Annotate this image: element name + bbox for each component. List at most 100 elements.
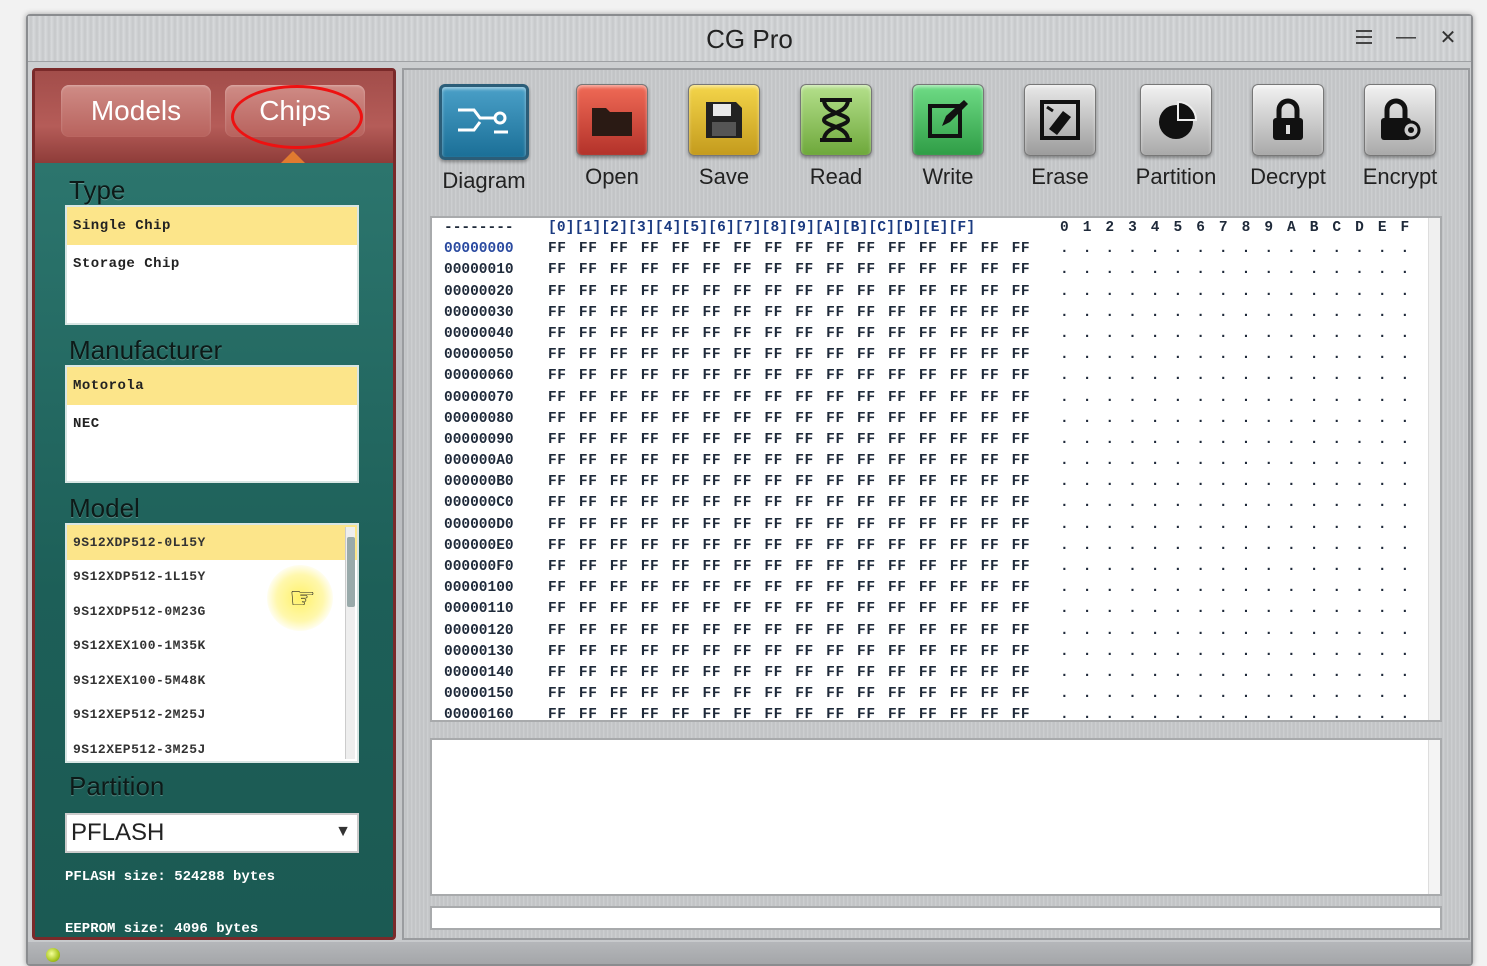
hex-bytes: FF FF FF FF FF FF FF FF FF FF FF FF FF F…	[548, 368, 1031, 385]
partition-button[interactable]: Partition	[1126, 84, 1226, 190]
menu-icon[interactable]	[1351, 24, 1377, 50]
manufacturer-label: Manufacturer	[69, 335, 223, 365]
hex-ascii: ................	[1060, 325, 1424, 342]
list-item[interactable]: Single Chip	[67, 207, 357, 245]
tool-label: Read	[809, 164, 863, 189]
hex-row[interactable]: 00000160 FF FF FF FF FF FF FF FF FF FF FF…	[432, 705, 1440, 722]
pflash-size: PFLASH size: 524288 bytes	[65, 869, 276, 885]
hex-address: 00000130	[444, 643, 514, 660]
status-led-icon	[46, 948, 60, 962]
minimize-icon[interactable]: —	[1393, 24, 1419, 50]
list-item[interactable]: 9S12XEP512-3M25J	[67, 732, 357, 761]
scrollbar-thumb[interactable]	[347, 537, 355, 607]
diagram-button[interactable]: Diagram	[434, 84, 534, 194]
hex-bytes: FF FF FF FF FF FF FF FF FF FF FF FF FF F…	[548, 664, 1031, 681]
hex-address: 00000040	[444, 325, 514, 342]
hex-row[interactable]: 00000010 FF FF FF FF FF FF FF FF FF FF FF…	[432, 260, 1440, 281]
encrypt-button[interactable]: Encrypt	[1354, 84, 1446, 190]
list-item[interactable]: Motorola	[67, 367, 357, 405]
hex-row[interactable]: 00000000 FF FF FF FF FF FF FF FF FF FF FF…	[432, 239, 1440, 260]
hex-row[interactable]: 00000040 FF FF FF FF FF FF FF FF FF FF FF…	[432, 324, 1440, 345]
list-item[interactable]: NEC	[67, 405, 357, 443]
log-scrollbar[interactable]	[1428, 740, 1440, 894]
decrypt-button[interactable]: Decrypt	[1242, 84, 1334, 190]
toolbar: Diagram Open Save Read Write Erase Parti…	[404, 70, 1468, 206]
tab-bar: Models Chips	[35, 71, 393, 163]
hex-row[interactable]: 00000080 FF FF FF FF FF FF FF FF FF FF FF…	[432, 409, 1440, 430]
hex-row[interactable]: 000000B0 FF FF FF FF FF FF FF FF FF FF FF…	[432, 472, 1440, 493]
folder-icon	[576, 84, 648, 156]
list-item[interactable]: 9S12XEX100-5M48K	[67, 663, 357, 698]
list-item[interactable]: Storage Chip	[67, 245, 357, 283]
hex-row[interactable]: 000000F0 FF FF FF FF FF FF FF FF FF FF FF…	[432, 557, 1440, 578]
tool-label: Write	[922, 164, 974, 189]
hex-ascii: ................	[1060, 537, 1424, 554]
diagram-icon	[439, 84, 529, 160]
hex-ascii: ................	[1060, 368, 1424, 385]
hex-header-bytes: [0][1][2][3][4][5][6][7][8][9][A][B][C][…	[548, 220, 976, 236]
open-button[interactable]: Open	[566, 84, 658, 190]
hex-bytes: FF FF FF FF FF FF FF FF FF FF FF FF FF F…	[548, 283, 1031, 300]
hex-bytes: FF FF FF FF FF FF FF FF FF FF FF FF FF F…	[548, 431, 1031, 448]
erase-button[interactable]: Erase	[1014, 84, 1106, 190]
type-list: Single Chip Storage Chip	[65, 205, 359, 325]
hex-ascii: ................	[1060, 686, 1424, 703]
hex-bytes: FF FF FF FF FF FF FF FF FF FF FF FF FF F…	[548, 559, 1031, 575]
write-button[interactable]: Write	[902, 84, 994, 190]
hex-row[interactable]: 000000D0 FF FF FF FF FF FF FF FF FF FF FF…	[432, 515, 1440, 536]
read-button[interactable]: Read	[790, 84, 882, 190]
hex-row[interactable]: 00000100 FF FF FF FF FF FF FF FF FF FF FF…	[432, 578, 1440, 599]
close-icon[interactable]: ✕	[1435, 24, 1461, 50]
hex-bytes: FF FF FF FF FF FF FF FF FF FF FF FF FF F…	[548, 495, 1031, 512]
sidebar: Models Chips Type Single Chip Storage Ch…	[32, 68, 396, 940]
hex-row[interactable]: 00000050 FF FF FF FF FF FF FF FF FF FF FF…	[432, 345, 1440, 366]
hex-ascii: ................	[1060, 664, 1424, 681]
model-scrollbar[interactable]	[345, 527, 355, 759]
hex-row[interactable]: 00000140 FF FF FF FF FF FF FF FF FF FF FF…	[432, 663, 1440, 684]
hex-editor[interactable]: -------- [0][1][2][3][4][5][6][7][8][9][…	[430, 216, 1442, 722]
hex-address: 00000160	[444, 707, 514, 722]
hex-address: 00000010	[444, 262, 514, 279]
hex-row[interactable]: 00000070 FF FF FF FF FF FF FF FF FF FF FF…	[432, 388, 1440, 409]
highlight-ring	[231, 85, 363, 149]
hex-row[interactable]: 00000030 FF FF FF FF FF FF FF FF FF FF FF…	[432, 303, 1440, 324]
partition-select[interactable]: PFLASH ▼	[65, 813, 359, 853]
hex-row[interactable]: 00000120 FF FF FF FF FF FF FF FF FF FF FF…	[432, 621, 1440, 642]
hex-row[interactable]: 00000060 FF FF FF FF FF FF FF FF FF FF FF…	[432, 366, 1440, 387]
main-panel: Diagram Open Save Read Write Erase Parti…	[402, 68, 1470, 940]
hex-ascii: ................	[1060, 304, 1424, 321]
hex-address: 00000100	[444, 580, 514, 597]
list-item[interactable]: 9S12XEX100-1M35K	[67, 629, 357, 664]
hex-row[interactable]: 00000020 FF FF FF FF FF FF FF FF FF FF FF…	[432, 282, 1440, 303]
hex-row[interactable]: 00000090 FF FF FF FF FF FF FF FF FF FF FF…	[432, 430, 1440, 451]
hourglass-icon	[800, 84, 872, 156]
hex-address: 00000080	[444, 410, 514, 427]
save-button[interactable]: Save	[678, 84, 770, 190]
hex-scrollbar[interactable]	[1428, 218, 1440, 720]
hex-address: 00000060	[444, 368, 514, 385]
hex-row[interactable]: 00000150 FF FF FF FF FF FF FF FF FF FF FF…	[432, 684, 1440, 705]
list-item[interactable]: 9S12XDP512-0L15Y	[67, 525, 357, 560]
hex-row[interactable]: 000000E0 FF FF FF FF FF FF FF FF FF FF FF…	[432, 536, 1440, 557]
hex-ascii: ................	[1060, 495, 1424, 512]
hand-cursor-icon: ☞	[289, 582, 316, 615]
hex-ascii: ................	[1060, 431, 1424, 448]
hex-bytes: FF FF FF FF FF FF FF FF FF FF FF FF FF F…	[548, 453, 1031, 470]
hex-bytes: FF FF FF FF FF FF FF FF FF FF FF FF FF F…	[548, 516, 1031, 533]
hex-ascii: ................	[1060, 283, 1424, 300]
hex-address: 00000000	[444, 241, 514, 258]
hex-bytes: FF FF FF FF FF FF FF FF FF FF FF FF FF F…	[548, 622, 1031, 639]
hex-row[interactable]: 00000110 FF FF FF FF FF FF FF FF FF FF FF…	[432, 599, 1440, 620]
tab-models[interactable]: Models	[61, 85, 211, 137]
hex-row[interactable]: 000000A0 FF FF FF FF FF FF FF FF FF FF FF…	[432, 451, 1440, 472]
floppy-icon	[688, 84, 760, 156]
list-item[interactable]: 9S12XEP512-2M25J	[67, 698, 357, 733]
log-output[interactable]	[430, 738, 1442, 896]
hex-address: 00000090	[444, 431, 514, 448]
tool-label: Open	[585, 164, 639, 189]
chevron-down-icon[interactable]: ▼	[335, 823, 351, 841]
hex-ascii: ................	[1060, 643, 1424, 660]
hex-row[interactable]: 00000130 FF FF FF FF FF FF FF FF FF FF FF…	[432, 642, 1440, 663]
hex-row[interactable]: 000000C0 FF FF FF FF FF FF FF FF FF FF FF…	[432, 493, 1440, 514]
hex-address: 00000070	[444, 389, 514, 406]
